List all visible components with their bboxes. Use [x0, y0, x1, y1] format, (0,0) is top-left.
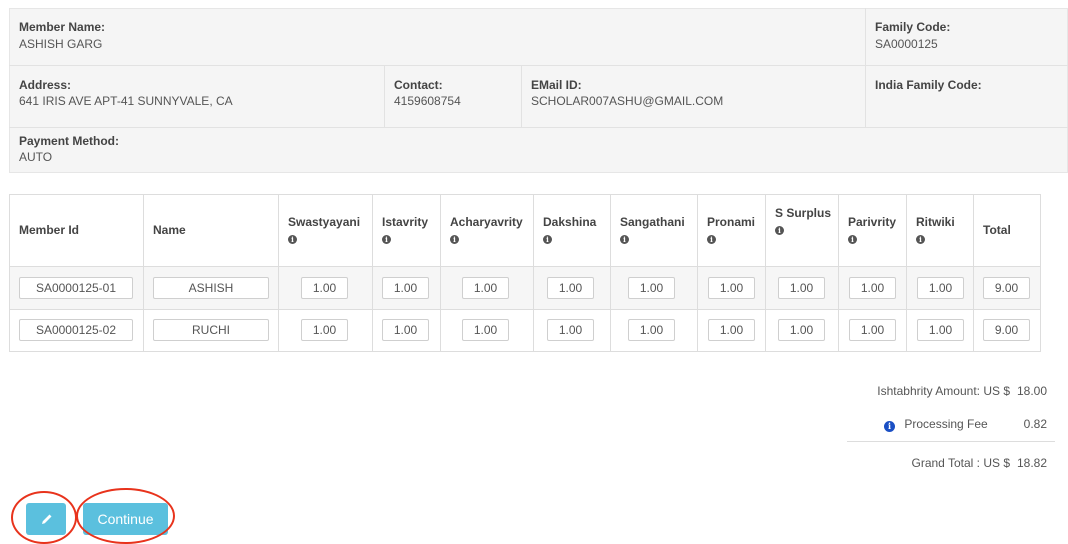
info-icon[interactable]: i — [543, 235, 552, 244]
pronami-input[interactable]: 1.00 — [708, 319, 755, 341]
acharyavrity-input[interactable]: 1.00 — [462, 277, 509, 299]
column-divider — [697, 194, 698, 352]
address-label: Address: — [19, 78, 72, 92]
total-input[interactable]: 9.00 — [983, 319, 1030, 341]
contact-value: 4159608754 — [394, 94, 461, 108]
header-istavrity: Istavrity i — [382, 214, 428, 246]
member-name-value: ASHISH GARG — [19, 37, 103, 51]
header-swastyayani-label: Swastyayani — [288, 215, 361, 229]
processing-fee-label-wrap: i Processing Fee — [884, 417, 988, 432]
header-parivrity: Parivrity i — [848, 214, 896, 246]
info-icon[interactable]: i — [707, 235, 716, 244]
acharyavrity-input[interactable]: 1.00 — [462, 319, 509, 341]
header-ritwiki: Ritwiki i — [916, 214, 955, 246]
highlight-circle — [76, 488, 175, 544]
column-divider — [838, 194, 839, 352]
payment-method-value: AUTO — [19, 150, 53, 164]
s-surplus-input[interactable]: 1.00 — [778, 277, 825, 299]
divider — [384, 65, 385, 127]
dakshina-input[interactable]: 1.00 — [547, 277, 594, 299]
header-swastyayani: Swastyayani i — [288, 214, 360, 246]
info-icon[interactable]: i — [775, 226, 784, 235]
grand-total-value: 18.82 — [1016, 456, 1047, 470]
info-icon[interactable]: i — [848, 235, 857, 244]
istavrity-input[interactable]: 1.00 — [382, 319, 429, 341]
parivrity-input[interactable]: 1.00 — [849, 319, 896, 341]
divider — [9, 65, 1068, 66]
family-code-value: SA0000125 — [875, 37, 938, 51]
header-acharyavrity-label: Acharyavrity — [450, 215, 523, 229]
total-input[interactable]: 9.00 — [983, 277, 1030, 299]
divider — [10, 309, 1040, 310]
info-icon[interactable]: i — [450, 235, 459, 244]
member-name-label: Member Name: — [19, 20, 106, 34]
header-member-id: Member Id — [19, 223, 80, 237]
email-value: SCHOLAR007ASHU@GMAIL.COM — [531, 94, 724, 108]
column-divider — [906, 194, 907, 352]
header-s-surplus: S Surplus i — [775, 205, 831, 237]
sangathani-input[interactable]: 1.00 — [628, 319, 675, 341]
column-divider — [610, 194, 611, 352]
highlight-circle — [11, 491, 77, 544]
column-divider — [533, 194, 534, 352]
header-parivrity-label: Parivrity — [848, 215, 897, 229]
family-code-label: Family Code: — [875, 20, 951, 34]
pronami-input[interactable]: 1.00 — [708, 277, 755, 299]
ritwiki-input[interactable]: 1.00 — [917, 277, 964, 299]
swastyayani-input[interactable]: 1.00 — [301, 319, 348, 341]
name-input[interactable]: RUCHI — [153, 319, 269, 341]
istavrity-input[interactable]: 1.00 — [382, 277, 429, 299]
header-sangathani: Sangathani i — [620, 214, 685, 246]
header-istavrity-label: Istavrity — [382, 215, 429, 229]
info-icon[interactable]: i — [288, 235, 297, 244]
divider — [521, 65, 522, 127]
email-label: EMail ID: — [531, 78, 582, 92]
divider — [10, 266, 1040, 267]
header-total: Total — [983, 223, 1011, 237]
header-dakshina: Dakshina i — [543, 214, 596, 246]
s-surplus-input[interactable]: 1.00 — [778, 319, 825, 341]
column-divider — [973, 194, 974, 352]
address-value: 641 IRIS AVE APT-41 SUNNYVALE, CA — [19, 94, 233, 108]
divider — [865, 8, 866, 65]
header-sangathani-label: Sangathani — [620, 215, 685, 229]
header-dakshina-label: Dakshina — [543, 215, 597, 229]
india-family-code-label: India Family Code: — [875, 78, 982, 92]
info-icon[interactable]: i — [884, 421, 895, 432]
column-divider — [765, 194, 766, 352]
column-divider — [372, 194, 373, 352]
name-input[interactable]: ASHISH — [153, 277, 269, 299]
column-divider — [440, 194, 441, 352]
ishtabhrity-amount-value: 18.00 — [1016, 384, 1047, 398]
payment-method-label: Payment Method: — [19, 134, 120, 148]
info-icon[interactable]: i — [620, 235, 629, 244]
processing-fee-value: 0.82 — [1023, 417, 1047, 431]
ishtabhrity-amount-label: Ishtabhrity Amount: US $ — [877, 384, 1010, 398]
contact-label: Contact: — [394, 78, 443, 92]
member-id-input[interactable]: SA0000125-02 — [19, 319, 133, 341]
processing-fee-label: Processing Fee — [904, 417, 988, 431]
divider — [865, 65, 866, 127]
sangathani-input[interactable]: 1.00 — [628, 277, 675, 299]
header-pronami-label: Pronami — [707, 215, 756, 229]
info-icon[interactable]: i — [916, 235, 925, 244]
dakshina-input[interactable]: 1.00 — [547, 319, 594, 341]
swastyayani-input[interactable]: 1.00 — [301, 277, 348, 299]
member-id-input[interactable]: SA0000125-01 — [19, 277, 133, 299]
ritwiki-input[interactable]: 1.00 — [917, 319, 964, 341]
header-name: Name — [153, 223, 186, 237]
grand-total-label: Grand Total : US $ — [911, 456, 1011, 470]
info-icon[interactable]: i — [382, 235, 391, 244]
divider — [9, 127, 1068, 128]
header-acharyavrity: Acharyavrity i — [450, 214, 523, 246]
column-divider — [143, 194, 144, 352]
header-pronami: Pronami i — [707, 214, 755, 246]
divider — [847, 441, 1055, 442]
column-divider — [278, 194, 279, 352]
parivrity-input[interactable]: 1.00 — [849, 277, 896, 299]
header-s-surplus-label: S Surplus — [775, 206, 832, 220]
header-ritwiki-label: Ritwiki — [916, 215, 955, 229]
